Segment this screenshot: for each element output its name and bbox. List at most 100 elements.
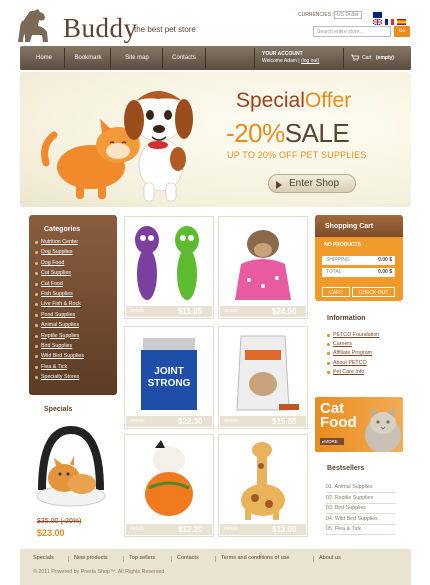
nav-divider [162, 48, 163, 68]
bullet-icon [35, 334, 38, 338]
category-link[interactable]: Dog Food [41, 260, 64, 266]
cat-scratcher-image[interactable] [34, 420, 108, 512]
category-link[interactable]: Bird Supplies [41, 343, 72, 349]
nav-divider [343, 48, 344, 68]
divider [326, 492, 396, 493]
dog-logo-icon[interactable] [14, 8, 54, 44]
category-link[interactable]: Cat Supplies [41, 270, 71, 276]
footer-link[interactable]: About us [319, 555, 341, 561]
checkout-button[interactable]: CHECK OUT [352, 287, 395, 297]
bullet-icon [327, 334, 330, 337]
category-link[interactable]: Fish Supplies [41, 291, 73, 297]
category-link[interactable]: Flea & Tick [41, 364, 67, 370]
category-link[interactable]: Pond Supplies [41, 312, 75, 318]
categories-title: Categories [44, 226, 81, 233]
nav-divider [205, 48, 206, 68]
banner-title-special: Special [236, 89, 305, 112]
specials-old-price: $35.00 (-20%) [37, 518, 81, 525]
nav-home[interactable]: Home [24, 46, 64, 70]
currency-select[interactable]: US Dollar [334, 11, 362, 19]
banner-sale: -20%SALE [226, 118, 350, 149]
bestseller-link[interactable]: 02. Reptile Supplies [326, 495, 373, 501]
bestseller-link[interactable]: 03. Bird Supplies [326, 505, 366, 511]
nav-contacts[interactable]: Contacts [164, 46, 204, 70]
search-input[interactable]: Search entire store... [313, 26, 391, 37]
product-image[interactable] [219, 220, 307, 304]
footer-divider [68, 556, 69, 562]
footer-link[interactable]: Terms and conditions of use [221, 555, 289, 561]
product-image[interactable] [125, 220, 213, 304]
product-details-link[interactable]: details [224, 308, 238, 314]
search-button[interactable]: Go [394, 26, 410, 37]
logout-link[interactable]: (log out) [301, 58, 319, 64]
information-link[interactable]: Careers [333, 341, 352, 347]
specials-title: Specials [44, 406, 73, 413]
product-details-link[interactable]: details [130, 526, 144, 532]
product-price: $13.00 [272, 524, 297, 534]
product-image[interactable] [219, 330, 307, 414]
bestseller-link[interactable]: 05. Flea & Tick [326, 526, 361, 532]
category-link[interactable]: Animal Supplies [41, 322, 79, 328]
france-flag-icon[interactable] [385, 12, 394, 25]
store-logo[interactable]: Buddy [63, 13, 138, 44]
product-image[interactable] [125, 438, 213, 522]
uk-flag-icon[interactable] [372, 12, 383, 26]
information-link[interactable]: PETCO Foundation [333, 332, 379, 338]
category-link[interactable]: Live Fish & Rock [41, 301, 81, 307]
product-details-link[interactable]: details [130, 308, 144, 314]
category-link[interactable]: Reptile Supplies [41, 333, 79, 339]
bestseller-link[interactable]: 04. Wild Bird Supplies [326, 516, 378, 522]
information-link[interactable]: Affiliate Program [333, 350, 372, 356]
product-image[interactable]: JOINT STRONG [125, 330, 213, 414]
bestseller-link[interactable]: 01. Animal Supplies [326, 484, 373, 490]
bullet-icon [327, 361, 330, 365]
bullet-icon [35, 365, 38, 369]
nav-sitemap[interactable]: Site map [112, 46, 162, 70]
category-link[interactable]: Dog Supplies [41, 249, 73, 255]
bullet-icon [35, 293, 38, 296]
product-details-link[interactable]: details [224, 526, 238, 532]
cart-no-products: NO PRODUCTS [324, 242, 361, 248]
nav-bookmark[interactable]: Bookmark [66, 46, 110, 70]
footer-link[interactable]: Specials [33, 555, 54, 561]
information-link[interactable]: About PETCO [333, 360, 367, 366]
account-welcome: Welcome Adam | (log out) [262, 58, 320, 64]
information-title: Information [327, 315, 366, 322]
footer-link[interactable]: New products [74, 555, 108, 561]
footer-link[interactable]: Top sellers [129, 555, 155, 561]
product-details-link[interactable]: details [130, 418, 144, 424]
more-label: MORE [324, 439, 338, 444]
footer-divider [313, 556, 314, 562]
divider [326, 523, 396, 525]
spain-flag-icon[interactable] [397, 12, 406, 25]
footer-link[interactable]: Contacts [177, 555, 199, 561]
category-link[interactable]: Nutrition Center [41, 239, 78, 245]
product-price: $15.85 [272, 416, 297, 426]
nav-divider [64, 48, 65, 68]
total-label: TOTAL [326, 269, 342, 275]
total-value: 0.00 $ [378, 269, 392, 275]
cart-link[interactable]: Cart [362, 55, 371, 61]
category-link[interactable]: Wild Bird Supplies [41, 353, 84, 359]
cat-food-more-button[interactable]: ▸MORE [320, 438, 344, 445]
shipping-value: 0.00 $ [378, 257, 392, 263]
svg-text:STRONG: STRONG [148, 378, 191, 389]
dog-and-cat-illustration [41, 91, 193, 202]
cart-status: (empty) [376, 55, 395, 61]
category-link[interactable]: Cat Food [41, 281, 63, 287]
banner-sale-word: SALE [284, 118, 350, 148]
discount-percent: (-20%) [60, 518, 82, 525]
store-tagline: the best pet store [134, 25, 196, 34]
old-price: $35.00 [37, 518, 59, 525]
banner-percent: -20% [226, 118, 285, 148]
information-link[interactable]: Pet Care Info [333, 369, 364, 375]
product-details-link[interactable]: details [224, 418, 238, 424]
cart-icon[interactable] [351, 54, 359, 61]
category-link[interactable]: Specialty Stores [41, 374, 79, 380]
divider [326, 502, 396, 504]
cart-button[interactable]: CART [322, 287, 350, 297]
svg-text:JOINT: JOINT [154, 366, 183, 377]
product-image[interactable] [219, 438, 307, 522]
welcome-text: Welcome Adam [262, 58, 297, 64]
currencies-label: CURRENCIES : [298, 12, 334, 18]
